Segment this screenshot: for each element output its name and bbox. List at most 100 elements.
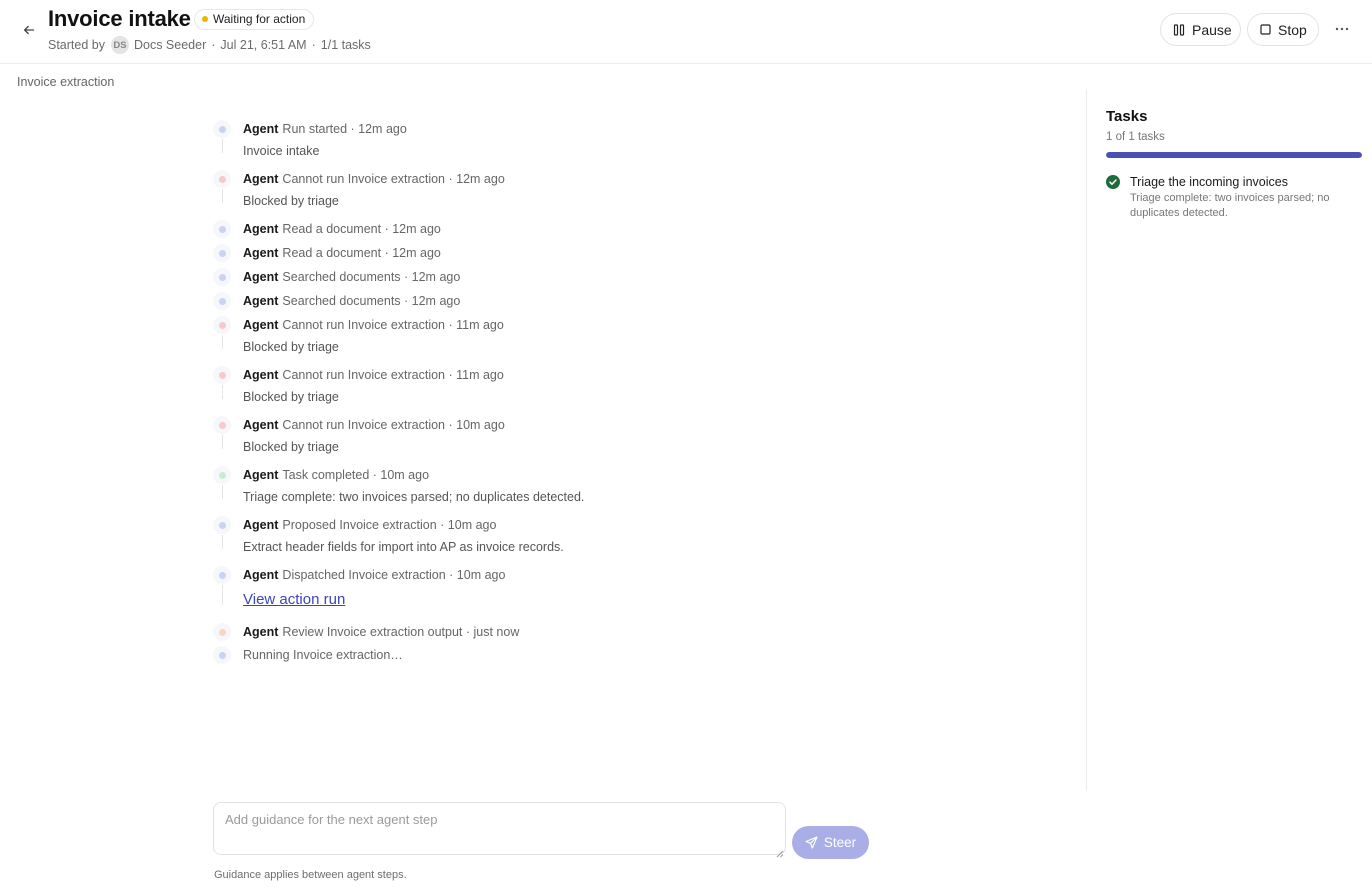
- event-heading: Agent Cannot run Invoice extraction · 11m…: [243, 313, 833, 337]
- event-actor: Agent: [243, 625, 279, 639]
- back-arrow-icon[interactable]: [18, 19, 40, 41]
- event-detail: Invoice intake: [243, 144, 320, 158]
- timeline-connector: [222, 585, 223, 605]
- timeline-connector: [222, 435, 223, 449]
- steer-button[interactable]: Steer: [792, 826, 869, 859]
- event-heading: Agent Cannot run Invoice extraction · 11m…: [243, 363, 833, 387]
- event-heading: Running Invoice extraction…: [243, 643, 833, 667]
- event-text: Run started · 12m ago: [282, 122, 407, 136]
- tasks-count: 1 of 1 tasks: [1106, 131, 1165, 143]
- timeline-connector: [222, 385, 223, 399]
- event-text: Searched documents · 12m ago: [282, 270, 461, 284]
- tasks-panel-title: Tasks: [1106, 108, 1148, 125]
- event-text: Review Invoice extraction output · just …: [282, 625, 520, 639]
- event-status-dot-icon: [213, 623, 231, 641]
- activity-timeline: Agent Run started · 12m ago Invoice intake…: [213, 117, 833, 667]
- event-actor: Agent: [243, 222, 279, 236]
- timeline-event: Agent Proposed Invoice extraction · 10m a…: [213, 513, 833, 563]
- event-actor: Agent: [243, 318, 279, 332]
- tasks-progress-bar: [1106, 152, 1362, 158]
- status-badge-label: Waiting for action: [213, 12, 306, 26]
- timeline-connector: [222, 535, 223, 549]
- check-circle-icon: [1106, 175, 1120, 189]
- event-text: Read a document · 12m ago: [282, 222, 441, 236]
- event-actor: Agent: [243, 270, 279, 284]
- breadcrumb: Invoice extraction: [17, 75, 115, 89]
- event-detail: Blocked by triage: [243, 340, 339, 354]
- event-text: Cannot run Invoice extraction · 11m ago: [282, 318, 504, 332]
- timeline-event: Agent Cannot run Invoice extraction · 12m…: [213, 167, 833, 217]
- steer-guidance-input[interactable]: [213, 802, 786, 855]
- event-text: Running Invoice extraction…: [243, 648, 403, 662]
- event-actor: Agent: [243, 122, 279, 136]
- tasks-panel: Tasks 1 of 1 tasks Triage the incoming i…: [1088, 89, 1372, 887]
- event-status-dot-icon: [213, 516, 231, 534]
- event-heading: Agent Run started · 12m ago: [243, 117, 833, 141]
- send-icon: [805, 836, 818, 849]
- pause-button[interactable]: Pause: [1160, 13, 1241, 46]
- event-text: Dispatched Invoice extraction · 10m ago: [282, 568, 506, 582]
- tasks-summary: 1/1 tasks: [320, 38, 371, 52]
- event-heading: Agent Proposed Invoice extraction · 10m a…: [243, 513, 833, 537]
- event-heading: Agent Searched documents · 12m ago: [243, 265, 833, 289]
- timeline-event: Agent Searched documents · 12m ago: [213, 289, 833, 313]
- stop-icon: [1260, 24, 1271, 35]
- run-date: Jul 21, 6:51 AM: [220, 38, 307, 52]
- timeline-event: Running Invoice extraction…: [213, 643, 833, 667]
- resize-grip-icon[interactable]: [776, 845, 784, 858]
- event-heading: Agent Review Invoice extraction output · …: [243, 620, 833, 644]
- avatar: DS: [110, 36, 129, 54]
- view-action-run-link[interactable]: View action run: [243, 589, 345, 611]
- more-options-icon[interactable]: [1331, 18, 1353, 40]
- timeline-event: Agent Read a document · 12m ago: [213, 241, 833, 265]
- event-actor: Agent: [243, 368, 279, 382]
- event-actor: Agent: [243, 418, 279, 432]
- event-status-dot-icon: [213, 268, 231, 286]
- timeline-event: Agent Cannot run Invoice extraction · 11m…: [213, 313, 833, 363]
- event-status-dot-icon: [213, 646, 231, 664]
- steer-button-label: Steer: [823, 835, 857, 850]
- task-item[interactable]: Triage the incoming invoices Triage comp…: [1106, 175, 1362, 221]
- timeline-event: Agent Run started · 12m ago Invoice intake: [213, 117, 833, 167]
- event-status-dot-icon: [213, 466, 231, 484]
- event-heading: Agent Searched documents · 12m ago: [243, 289, 833, 313]
- event-status-dot-icon: [213, 566, 231, 584]
- event-status-dot-icon: [213, 416, 231, 434]
- task-title: Triage the incoming invoices: [1130, 175, 1288, 189]
- pause-button-label: Pause: [1192, 21, 1232, 38]
- event-detail: Blocked by triage: [243, 194, 339, 208]
- event-status-dot-icon: [213, 244, 231, 262]
- timeline-connector: [222, 485, 223, 499]
- event-text: Searched documents · 12m ago: [282, 294, 461, 308]
- steer-hint: Guidance applies between agent steps.: [214, 869, 407, 881]
- stop-button[interactable]: Stop: [1247, 13, 1319, 46]
- meta-separator: ·: [211, 38, 216, 52]
- event-status-dot-icon: [213, 220, 231, 238]
- meta-separator: ·: [311, 38, 316, 52]
- event-detail: Triage complete: two invoices parsed; no…: [243, 490, 585, 504]
- steer-composer: Steer Guidance applies between agent ste…: [0, 791, 1087, 887]
- run-header: Invoice intake Waiting for action Starte…: [0, 0, 1372, 64]
- timeline-pane: Agent Run started · 12m ago Invoice intake…: [0, 89, 1087, 791]
- event-actor: Agent: [243, 568, 279, 582]
- event-actor: Agent: [243, 246, 279, 260]
- timeline-connector: [222, 139, 223, 153]
- timeline-event: Agent Cannot run Invoice extraction · 10m…: [213, 413, 833, 463]
- event-detail: Blocked by triage: [243, 440, 339, 454]
- event-detail: Blocked by triage: [243, 390, 339, 404]
- event-text: Task completed · 10m ago: [282, 468, 430, 482]
- status-dot-icon: [202, 16, 208, 22]
- event-heading: Agent Read a document · 12m ago: [243, 217, 833, 241]
- timeline-event: Agent Task completed · 10m ago Triage comp…: [213, 463, 833, 513]
- pause-icon: [1173, 23, 1185, 36]
- event-status-dot-icon: [213, 292, 231, 310]
- event-heading: Agent Read a document · 12m ago: [243, 241, 833, 265]
- event-text: Read a document · 12m ago: [282, 246, 441, 260]
- event-actor: Agent: [243, 518, 279, 532]
- timeline-connector: [222, 335, 223, 349]
- started-by-label: Started by: [48, 38, 105, 52]
- timeline-connector: [222, 189, 223, 203]
- event-text: Cannot run Invoice extraction · 12m ago: [282, 172, 505, 186]
- event-text: Proposed Invoice extraction · 10m ago: [282, 518, 497, 532]
- event-actor: Agent: [243, 172, 279, 186]
